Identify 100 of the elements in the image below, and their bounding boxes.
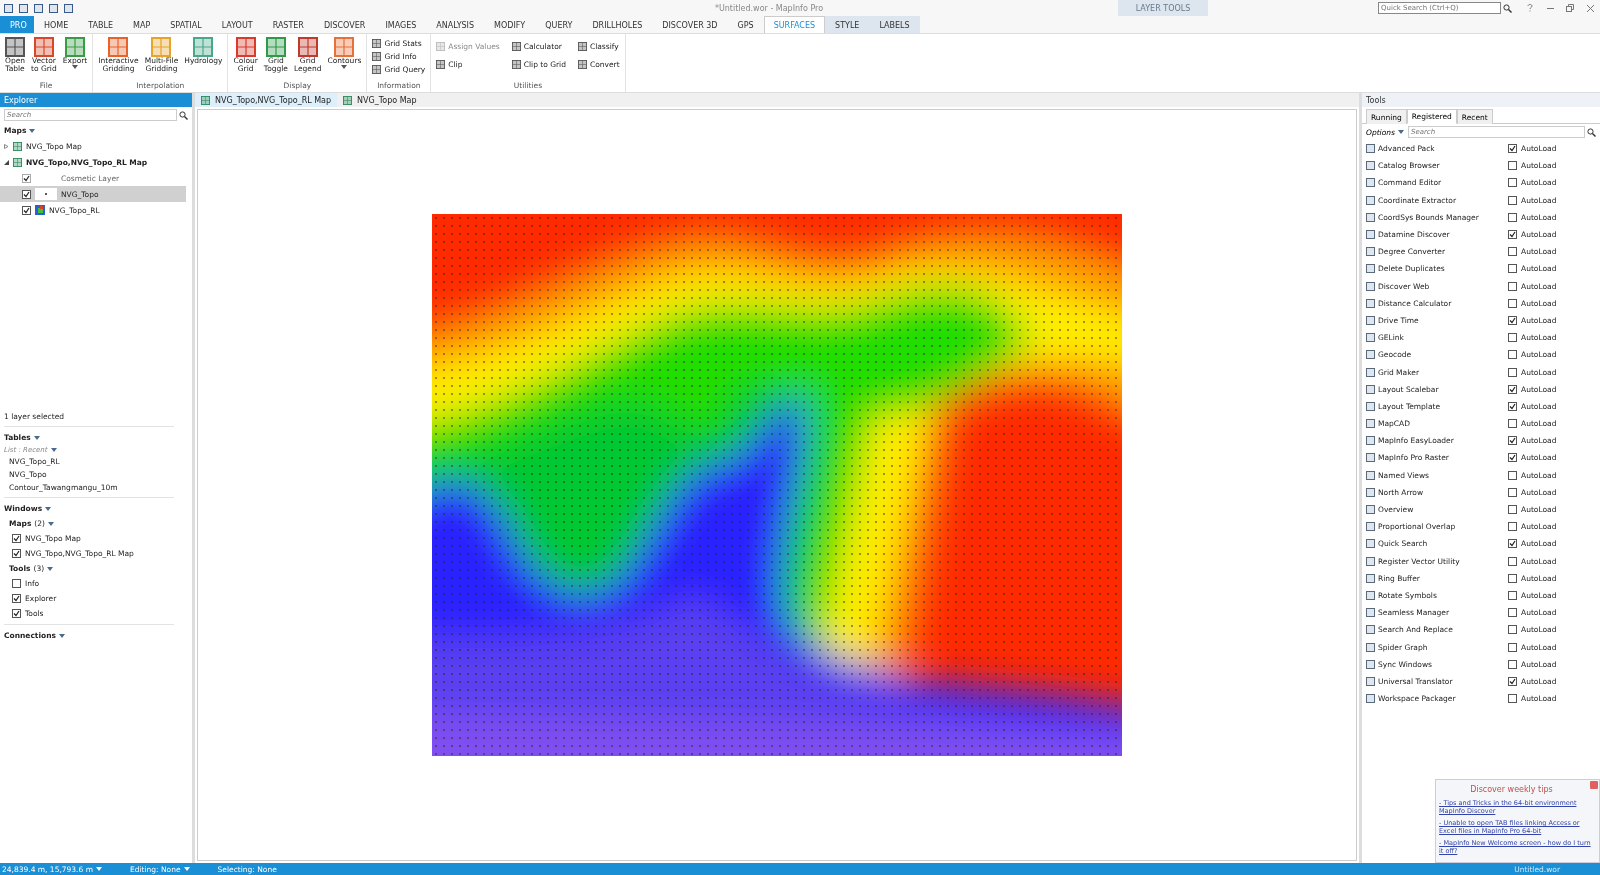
caret-icon xyxy=(45,506,52,511)
pane-title: Explorer xyxy=(4,95,38,105)
raster-layer-icon xyxy=(35,205,45,215)
grid-icon xyxy=(511,59,521,69)
checkbox[interactable] xyxy=(12,594,21,603)
checkbox[interactable] xyxy=(1508,298,1517,308)
checkbox[interactable] xyxy=(1508,556,1517,566)
caret-icon xyxy=(1397,130,1404,134)
checkbox[interactable] xyxy=(1508,436,1517,446)
grid-icon xyxy=(372,39,382,48)
checkbox[interactable] xyxy=(1508,642,1517,652)
checkbox[interactable] xyxy=(1508,453,1517,463)
caret-icon xyxy=(183,867,190,871)
ribbon-tab[interactable]: GPS xyxy=(727,16,764,33)
checkbox[interactable] xyxy=(1508,144,1517,154)
caret-icon xyxy=(59,633,65,638)
caret-icon xyxy=(50,448,57,452)
checkbox[interactable] xyxy=(1508,195,1517,205)
point-layer-icon xyxy=(35,188,57,200)
checkbox[interactable] xyxy=(1508,264,1517,274)
checkbox[interactable] xyxy=(1508,350,1517,360)
grid-icon xyxy=(577,41,587,51)
grid-icon xyxy=(334,37,355,57)
ribbon-tab[interactable]: LABELS xyxy=(869,16,920,33)
restore-icon[interactable] xyxy=(1566,4,1574,12)
checkbox[interactable] xyxy=(1508,487,1517,497)
checkbox[interactable] xyxy=(1508,470,1517,480)
checkbox[interactable] xyxy=(22,189,31,199)
document-tab[interactable]: NVG_Topo Map xyxy=(337,93,423,107)
checkbox[interactable] xyxy=(1508,212,1517,222)
checkbox[interactable] xyxy=(12,549,21,558)
grid-icon xyxy=(372,65,382,74)
checkbox[interactable] xyxy=(1508,367,1517,377)
grid-icon xyxy=(343,95,353,105)
checkbox[interactable] xyxy=(1508,178,1517,188)
grid-icon xyxy=(13,157,22,167)
ribbon-tab[interactable]: MODIFY xyxy=(484,16,536,33)
ribbon-tab[interactable]: STYLE xyxy=(825,16,870,33)
checkbox[interactable] xyxy=(1508,230,1517,240)
checkbox[interactable] xyxy=(1508,505,1517,515)
checkbox[interactable] xyxy=(1508,315,1517,325)
caret-icon xyxy=(47,566,54,571)
checkbox[interactable] xyxy=(1508,419,1517,429)
checkbox[interactable] xyxy=(1508,522,1517,532)
ribbon-tab[interactable]: IMAGES xyxy=(375,16,427,33)
checkbox[interactable] xyxy=(12,609,21,618)
ribbon-tab[interactable]: ANALYSIS xyxy=(426,16,485,33)
ribbon-tab[interactable]: MAP xyxy=(123,16,161,33)
grid-icon xyxy=(511,41,521,51)
ribbon-tab[interactable]: TABLE xyxy=(78,16,124,33)
tips-title: Discover weekly tips xyxy=(1469,784,1554,796)
ribbon-tab[interactable]: PRO xyxy=(0,16,34,33)
ribbon-tab[interactable]: HOME xyxy=(34,16,79,33)
checkbox[interactable] xyxy=(22,205,31,215)
grid-icon xyxy=(436,59,446,69)
checkbox[interactable] xyxy=(1508,694,1517,704)
document-tab[interactable]: NVG_Topo,NVG_Topo_RL Map xyxy=(195,93,338,107)
checkbox[interactable] xyxy=(1508,333,1517,343)
grid-icon xyxy=(193,37,214,57)
checkbox[interactable] xyxy=(1508,625,1517,635)
caret-icon xyxy=(29,128,36,133)
checkbox[interactable] xyxy=(12,579,21,588)
checkbox[interactable] xyxy=(1508,401,1517,411)
expander-icon[interactable] xyxy=(4,159,9,165)
ribbon-tab[interactable]: DISCOVER xyxy=(313,16,376,33)
search-icon xyxy=(1587,127,1596,137)
checkbox[interactable] xyxy=(1508,281,1517,291)
checkbox[interactable] xyxy=(1508,384,1517,394)
ribbon-tab[interactable]: SURFACES xyxy=(763,16,826,33)
map-canvas[interactable] xyxy=(197,109,1357,861)
checkbox[interactable] xyxy=(1508,676,1517,686)
ribbon-tab[interactable]: RASTER xyxy=(262,16,314,33)
grid-icon xyxy=(5,37,25,57)
grid-icon xyxy=(436,41,446,51)
caret-icon xyxy=(48,521,54,526)
checkbox[interactable] xyxy=(1508,659,1517,669)
close-icon[interactable] xyxy=(1586,4,1594,12)
ribbon-tab[interactable]: DRILLHOLES xyxy=(582,16,653,33)
grid-icon xyxy=(33,37,54,57)
ribbon-tab[interactable]: LAYOUT xyxy=(211,16,263,33)
checkbox[interactable] xyxy=(1508,590,1517,600)
grid-icon xyxy=(201,95,210,105)
checkbox[interactable] xyxy=(1508,573,1517,583)
help-icon[interactable] xyxy=(1527,4,1533,12)
context-group-label: LAYER TOOLS xyxy=(1118,0,1208,16)
ribbon-tab[interactable]: SPATIAL xyxy=(160,16,212,33)
checkbox[interactable] xyxy=(1508,539,1517,549)
grid-icon xyxy=(13,141,22,151)
ribbon-tab[interactable]: DISCOVER 3D xyxy=(652,16,728,33)
caret-icon xyxy=(95,867,102,871)
minimize-icon[interactable] xyxy=(1546,7,1554,9)
grid-icon xyxy=(577,59,587,69)
grid-icon xyxy=(265,37,286,57)
ribbon-tab[interactable]: QUERY xyxy=(535,16,583,33)
checkbox[interactable] xyxy=(1508,247,1517,257)
checkbox[interactable] xyxy=(1508,161,1517,171)
grid-icon xyxy=(235,37,256,57)
grid-icon xyxy=(297,37,318,57)
checkbox[interactable] xyxy=(12,534,21,543)
checkbox[interactable] xyxy=(1508,608,1517,618)
